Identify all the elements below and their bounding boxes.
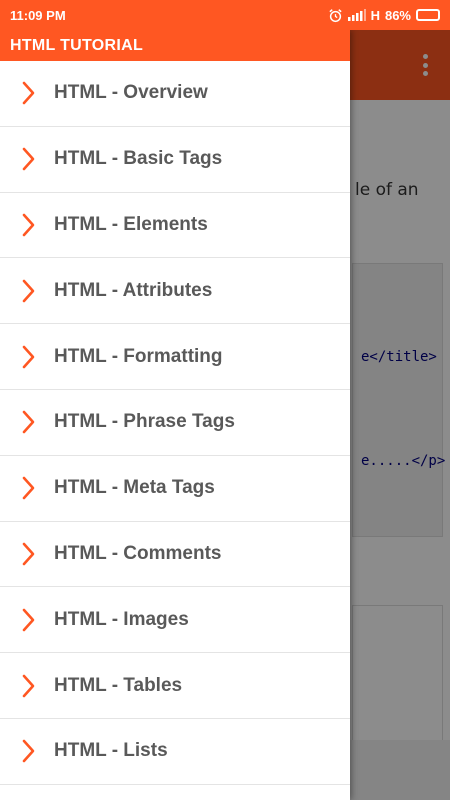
- drawer-title: HTML TUTORIAL: [0, 30, 350, 61]
- menu-item-label: HTML - Overview: [54, 82, 208, 104]
- chevron-right-icon: [0, 147, 54, 171]
- menu-item-label: HTML - Formatting: [54, 345, 223, 367]
- chevron-right-icon: [0, 476, 54, 500]
- menu-item-label: HTML - Basic Tags: [54, 148, 223, 170]
- menu-item-label: HTML - Images: [54, 608, 189, 630]
- chevron-right-icon: [0, 674, 54, 698]
- menu-item-label: HTML - Elements: [54, 213, 208, 235]
- alarm-icon: [328, 8, 343, 23]
- menu-item[interactable]: HTML - Meta Tags: [0, 455, 350, 522]
- chevron-right-icon: [0, 739, 54, 763]
- chevron-right-icon: [0, 81, 54, 105]
- network-type: H: [370, 7, 380, 23]
- battery-icon: [416, 9, 440, 21]
- battery-percent: 86%: [384, 7, 411, 23]
- chevron-right-icon: [0, 213, 54, 237]
- menu-item-label: HTML - Lists: [54, 740, 168, 762]
- menu-item-label: HTML - Meta Tags: [54, 477, 215, 499]
- chevron-right-icon: [0, 542, 54, 566]
- menu-item[interactable]: HTML - Formatting: [0, 324, 350, 390]
- signal-icon: [347, 9, 366, 21]
- status-bar: 11:09 PM H 86%: [0, 0, 450, 30]
- menu-item[interactable]: HTML - Lists: [0, 718, 350, 785]
- chevron-right-icon: [0, 279, 54, 303]
- menu-item-label: HTML - Comments: [54, 542, 222, 564]
- menu-item[interactable]: HTML - Elements: [0, 192, 350, 259]
- menu-item[interactable]: HTML - Tables: [0, 653, 350, 719]
- menu-item-label: HTML - Tables: [54, 674, 183, 696]
- menu-item[interactable]: HTML - Phrase Tags: [0, 389, 350, 456]
- menu-item[interactable]: HTML - Basic Tags: [0, 126, 350, 193]
- chevron-right-icon: [0, 410, 54, 434]
- status-icons: H 86%: [328, 8, 440, 23]
- menu-item[interactable]: HTML - Images: [0, 587, 350, 654]
- status-time: 11:09 PM: [10, 7, 66, 23]
- menu-item[interactable]: HTML - Overview: [0, 61, 350, 127]
- menu-list: HTML - Overview HTML - Basic Tags HTML - E…: [0, 61, 350, 785]
- menu-item[interactable]: HTML - Comments: [0, 521, 350, 588]
- menu-item[interactable]: HTML - Attributes: [0, 258, 350, 325]
- chevron-right-icon: [0, 608, 54, 632]
- menu-item-label: HTML - Phrase Tags: [54, 411, 235, 433]
- chevron-right-icon: [0, 345, 54, 369]
- menu-item-label: HTML - Attributes: [54, 279, 213, 301]
- navigation-drawer: HTML TUTORIAL HTML - Overview HTML - Basi…: [0, 30, 350, 800]
